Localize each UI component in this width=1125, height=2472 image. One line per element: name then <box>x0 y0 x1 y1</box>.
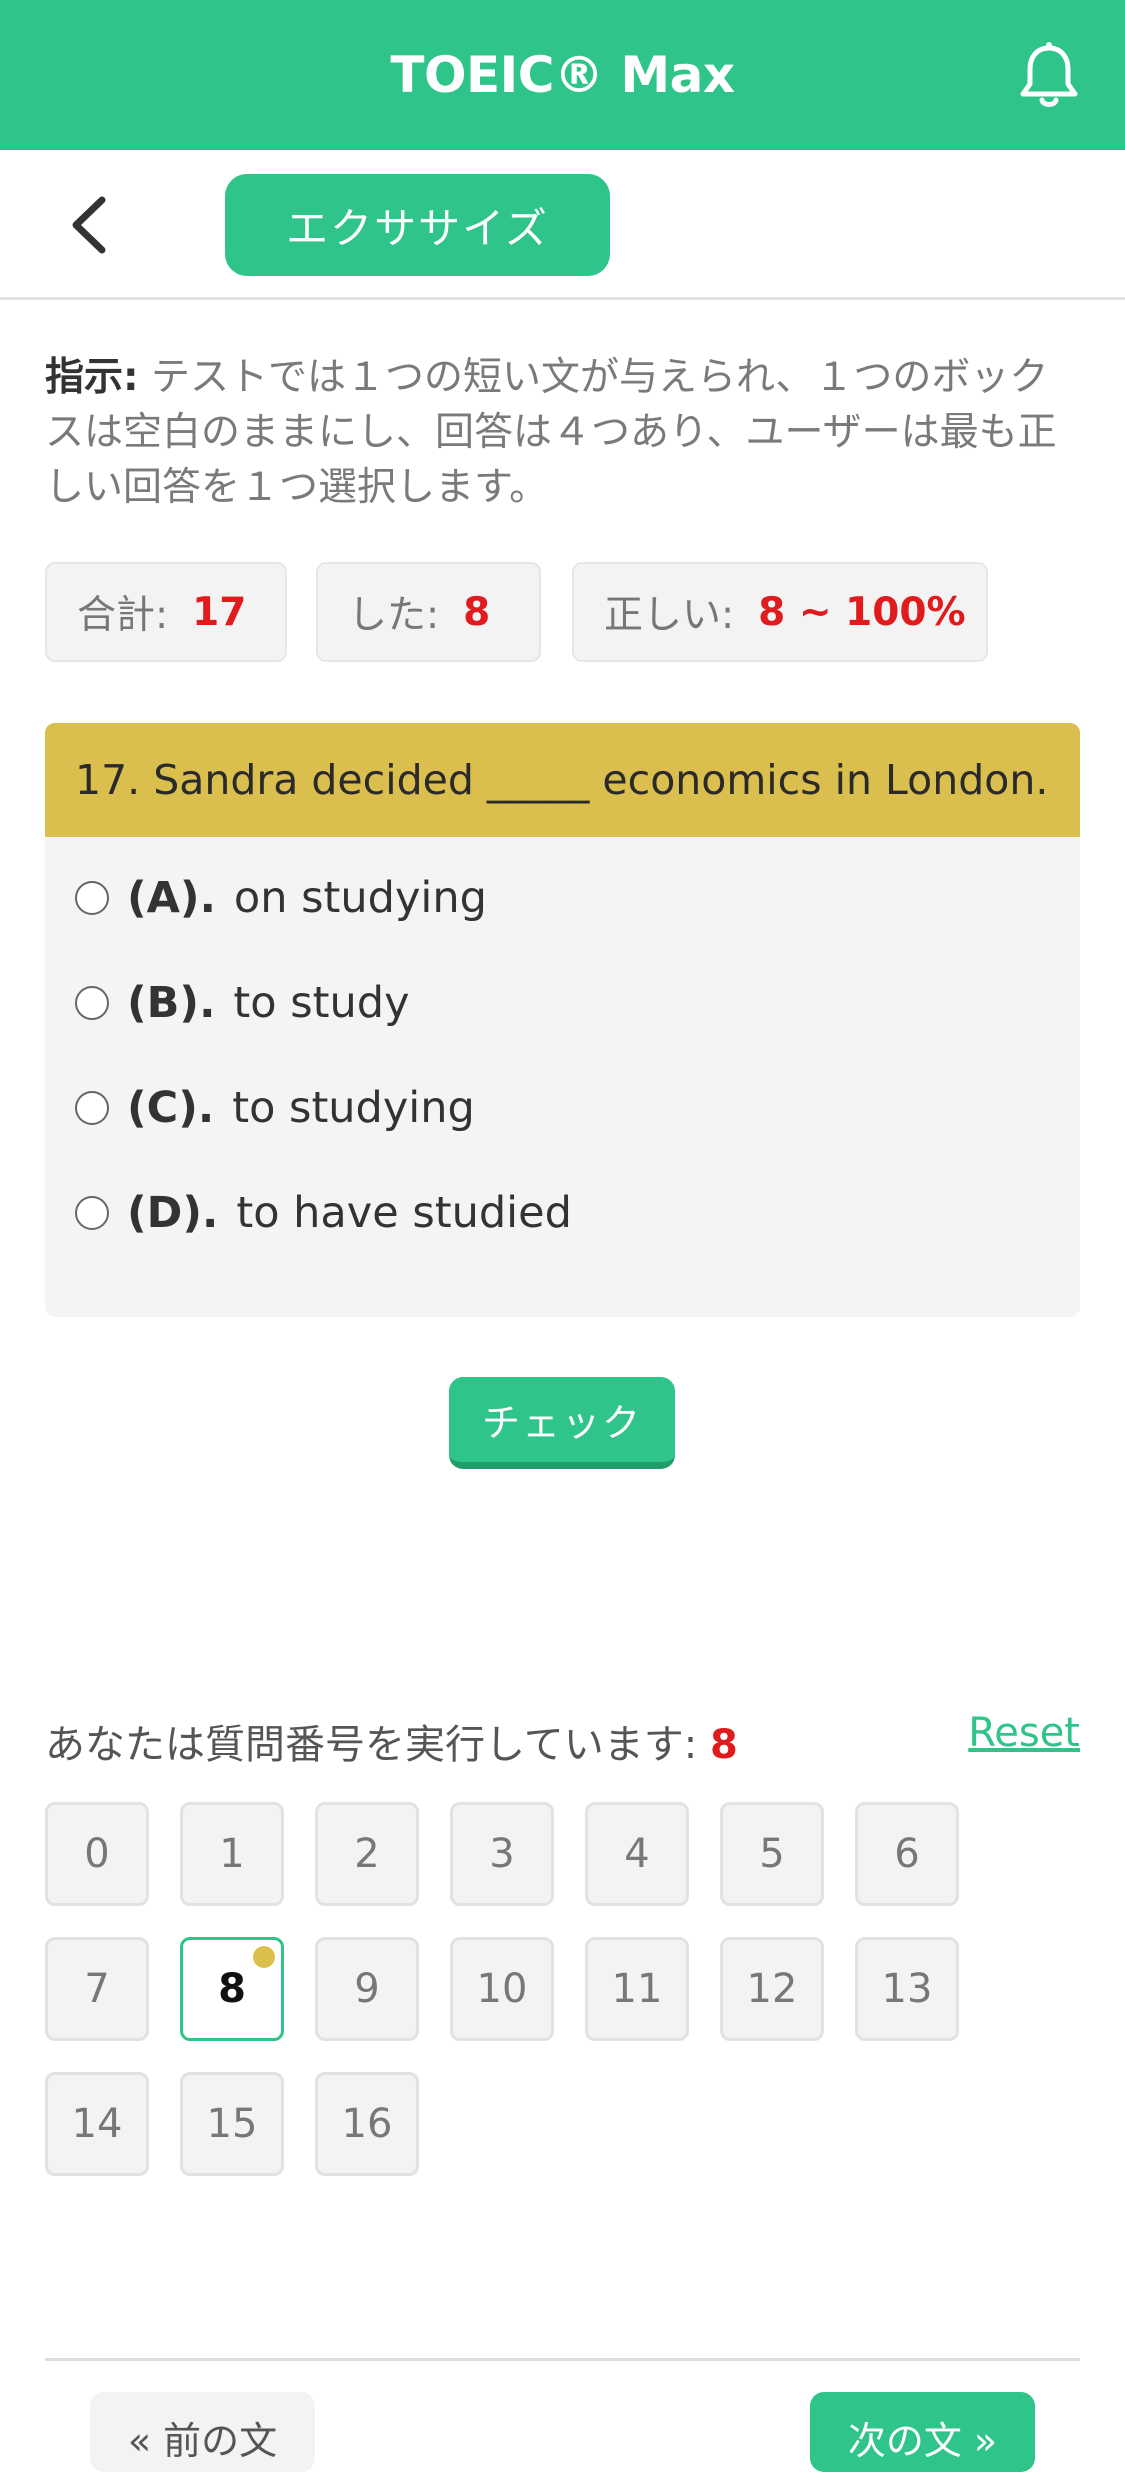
running-label: あなたは質問番号を実行しています: <box>45 1722 698 1768</box>
question-text: 17. Sandra decided _____ economics in Lo… <box>45 723 1080 837</box>
reset-link[interactable]: Reset <box>968 1710 1080 1756</box>
option-text: on studying <box>233 873 487 923</box>
question-number-button[interactable]: 11 <box>585 1937 689 2041</box>
correct-value: 8 ~ 100% <box>758 589 966 635</box>
correct-label: 正しい: <box>604 593 735 638</box>
option-d[interactable]: (D). to have studied <box>75 1183 572 1243</box>
bell-icon[interactable] <box>1009 36 1089 116</box>
radio-b[interactable] <box>75 986 109 1020</box>
divider <box>45 2358 1080 2361</box>
question-number-button[interactable]: 5 <box>720 1802 824 1906</box>
option-letter: (D). <box>127 1188 219 1238</box>
option-letter: (A). <box>127 873 216 923</box>
question-number-button[interactable]: 13 <box>855 1937 959 2041</box>
question-number-button[interactable]: 9 <box>315 1937 419 2041</box>
current-marker-dot <box>253 1946 275 1968</box>
next-sentence-button[interactable]: 次の文 » <box>810 2392 1035 2472</box>
instruction-label: 指示: <box>45 355 139 400</box>
done-stat: した: 8 <box>316 562 541 662</box>
radio-c[interactable] <box>75 1091 109 1125</box>
radio-a[interactable] <box>75 881 109 915</box>
done-label: した: <box>348 593 440 638</box>
question-number-button[interactable]: 15 <box>180 2072 284 2176</box>
option-b[interactable]: (B). to study <box>75 973 410 1033</box>
instruction-body: テストでは１つの短い文が与えられ、１つのボックスは空白のままにし、回答は４つあり… <box>45 355 1057 510</box>
option-text: to study <box>233 978 410 1028</box>
question-number-button-active[interactable]: 8 <box>180 1937 284 2041</box>
question-number-button[interactable]: 7 <box>45 1937 149 2041</box>
running-question-label: あなたは質問番号を実行しています: 8 <box>45 1712 738 1770</box>
app-title: TOEIC® Max <box>390 46 735 104</box>
question-number-button[interactable]: 3 <box>450 1802 554 1906</box>
question-number-button[interactable]: 0 <box>45 1802 149 1906</box>
current-question-number: 8 <box>710 1722 738 1768</box>
radio-d[interactable] <box>75 1196 109 1230</box>
question-number-button[interactable]: 6 <box>855 1802 959 1906</box>
exercise-tab-button[interactable]: エクササイズ <box>225 174 610 276</box>
option-letter: (B). <box>127 978 216 1028</box>
question-number: 8 <box>218 1966 246 2012</box>
question-card: 17. Sandra decided _____ economics in Lo… <box>45 723 1080 1317</box>
total-value: 17 <box>192 589 247 635</box>
app-header: TOEIC® Max <box>0 0 1125 150</box>
option-letter: (C). <box>127 1083 215 1133</box>
question-number-button[interactable]: 10 <box>450 1937 554 2041</box>
done-value: 8 <box>463 589 491 635</box>
question-number-button[interactable]: 16 <box>315 2072 419 2176</box>
question-number-button[interactable]: 2 <box>315 1802 419 1906</box>
previous-sentence-button[interactable]: « 前の文 <box>90 2392 315 2472</box>
chevron-left-icon[interactable] <box>60 192 120 258</box>
check-button[interactable]: チェック <box>449 1377 675 1469</box>
question-number-button[interactable]: 1 <box>180 1802 284 1906</box>
total-stat: 合計: 17 <box>45 562 287 662</box>
total-label: 合計: <box>77 593 169 638</box>
instruction-text: 指示: テストでは１つの短い文が与えられ、１つのボックスは空白のままにし、回答は… <box>45 350 1065 515</box>
question-number-button[interactable]: 12 <box>720 1937 824 2041</box>
option-text: to studying <box>232 1083 475 1133</box>
question-number-button[interactable]: 4 <box>585 1802 689 1906</box>
sub-header: エクササイズ <box>0 150 1125 300</box>
question-number-button[interactable]: 14 <box>45 2072 149 2176</box>
option-a[interactable]: (A). on studying <box>75 868 487 928</box>
option-c[interactable]: (C). to studying <box>75 1078 475 1138</box>
option-text: to have studied <box>236 1188 572 1238</box>
correct-stat: 正しい: 8 ~ 100% <box>572 562 988 662</box>
